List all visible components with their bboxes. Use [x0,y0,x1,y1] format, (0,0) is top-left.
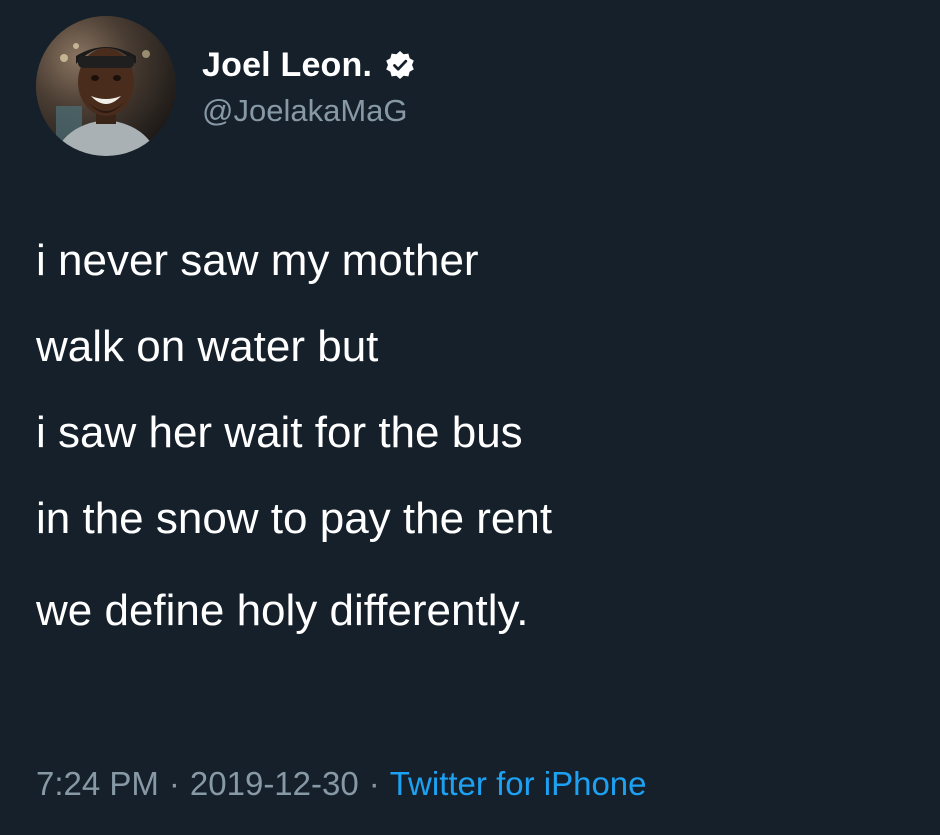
tweet-time[interactable]: 7:24 PM [36,765,159,802]
avatar-photo [36,16,176,156]
tweet-line: i saw her wait for the bus [36,408,523,457]
user-handle[interactable]: @JoelakaMaG [202,93,416,129]
tweet-line: we define holy differently. [36,586,529,635]
tweet-header: Joel Leon. @JoelakaMaG [36,16,416,156]
tweet-source-link[interactable]: Twitter for iPhone [390,765,647,802]
tweet-line: walk on water but [36,322,379,371]
avatar[interactable] [36,16,176,156]
user-info: Joel Leon. @JoelakaMaG [202,43,416,129]
meta-separator: · [168,765,180,802]
tweet-text: i never saw my mother walk on water but … [36,218,916,654]
name-row: Joel Leon. [202,43,416,87]
tweet-line: in the snow to pay the rent [36,494,553,543]
verified-badge-icon [384,49,416,81]
tweet-meta: 7:24 PM · 2019-12-30 · Twitter for iPhone [36,758,647,810]
tweet-date[interactable]: 2019-12-30 [190,765,359,802]
tweet-card: Joel Leon. @JoelakaMaG i never saw my mo… [0,0,940,835]
meta-separator: · [368,765,380,802]
display-name[interactable]: Joel Leon. [202,46,372,85]
tweet-line: i never saw my mother [36,236,479,285]
